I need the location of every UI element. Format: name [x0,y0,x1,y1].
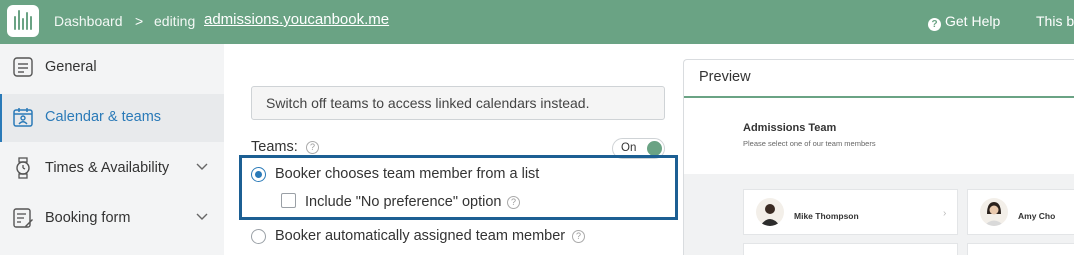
option-auto-label[interactable]: Booker automatically assigned team membe… [275,228,565,244]
help-icon[interactable]: ? [572,230,585,243]
site-link[interactable]: admissions.youcanbook.me [204,11,389,28]
toggle-label: On [621,142,637,154]
toggle-knob [647,141,662,156]
teams-label: Teams: [251,139,298,155]
preview-team-name: Admissions Team [743,122,837,134]
chevron-right-icon: › [943,208,947,219]
chevron-down-icon[interactable] [196,213,208,221]
sidebar-item-general[interactable]: General [0,44,224,92]
document-list-icon [13,57,33,77]
preview-title: Preview [699,69,751,85]
help-icon[interactable]: ? [306,141,319,154]
radio-auto-assign[interactable] [251,229,266,244]
help-icon[interactable]: ? [507,196,520,209]
sidebar-item-label: Times & Availability [45,160,170,176]
preview-divider [684,96,1074,98]
get-help-label: Get Help [945,13,1001,29]
member-name: Amy Cho [1018,211,1056,221]
chevron-down-icon[interactable] [196,163,208,171]
preview-members-area: Mike Thompson › Amy Cho [684,174,1074,255]
preview-member-card[interactable] [743,243,958,255]
top-bar: Dashboard > editing admissions.youcanboo… [0,0,1074,44]
get-help-button[interactable]: ? Get Help [928,13,1000,31]
topbar-truncated-text: This b [1036,13,1074,29]
sidebar-item-label: General [45,59,97,75]
form-edit-icon [13,208,33,228]
breadcrumb-separator: > [135,13,144,29]
logo-icon[interactable] [7,5,39,37]
preview-member-card[interactable] [967,243,1074,255]
breadcrumb-dashboard[interactable]: Dashboard [54,13,123,29]
sidebar: General Calendar & teams Times & Availab… [0,44,224,255]
preview-panel: Preview Admissions Team Please select on… [683,59,1074,255]
breadcrumb-editing: editing [154,13,196,29]
avatar [980,198,1008,226]
member-name: Mike Thompson [794,211,859,221]
preview-team-subtitle: Please select one of our team members [743,139,876,148]
calendar-person-icon [13,108,33,127]
question-circle-icon: ? [928,18,941,31]
preview-member-card[interactable]: Amy Cho [967,189,1074,235]
sidebar-item-label: Booking form [45,210,131,226]
option-list-label[interactable]: Booker chooses team member from a list [275,166,539,182]
radio-list-option[interactable] [251,167,266,182]
sidebar-item-times-availability[interactable]: Times & Availability [0,145,224,193]
sidebar-item-label: Calendar & teams [45,109,162,125]
teams-info-banner: Switch off teams to access linked calend… [251,86,665,120]
avatar [756,198,784,226]
selection-highlight-box [239,155,678,220]
sidebar-item-booking-form[interactable]: Booking form [0,195,224,243]
sidebar-item-calendar-teams[interactable]: Calendar & teams [0,94,224,142]
watch-icon [16,157,30,179]
preview-member-card[interactable]: Mike Thompson › [743,189,958,235]
option-no-preference-label[interactable]: Include "No preference" option [305,194,502,210]
no-preference-checkbox[interactable] [281,193,296,208]
